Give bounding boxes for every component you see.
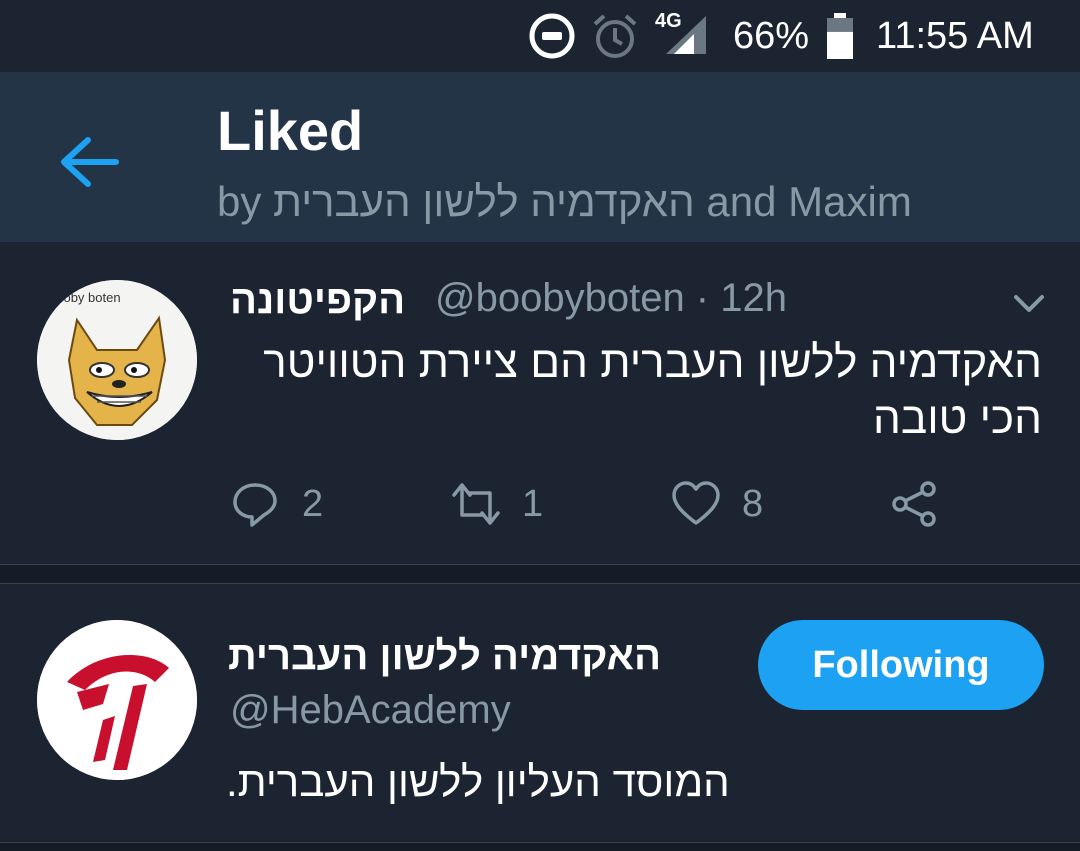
reply-icon: [233, 483, 277, 527]
like-button[interactable]: 8: [670, 476, 763, 532]
user-handle[interactable]: @HebAcademy: [230, 688, 511, 733]
user-display-name[interactable]: האקדמיה ללשון העברית: [228, 634, 661, 679]
bottom-divider: [0, 842, 1080, 851]
alarm-icon: [592, 0, 638, 72]
page-subtitle: by האקדמיה ללשון העברית and Maxim: [217, 178, 912, 225]
tweet-text: האקדמיה ללשון העברית הם ציירת הטוויטר הכ…: [263, 338, 1042, 443]
academy-logo-image: [37, 620, 197, 780]
doge-avatar-image: booby boten: [37, 280, 197, 440]
tweet-handle-time[interactable]: @boobyboten · 12h: [435, 276, 787, 321]
tweet-avatar[interactable]: booby boten: [37, 280, 197, 440]
section-divider: [0, 564, 1080, 584]
status-bar: 4G 66% 11:55 AM: [0, 0, 1080, 72]
tweet-menu-button[interactable]: [1008, 282, 1050, 324]
heart-icon: [672, 481, 720, 525]
arrow-left-icon: [61, 137, 119, 187]
back-button[interactable]: [50, 122, 130, 202]
page-title: Liked: [217, 99, 364, 162]
user-avatar[interactable]: [37, 620, 197, 780]
chevron-down-icon: [1014, 295, 1044, 312]
signal-icon: [666, 0, 710, 72]
clock-text: 11:55 AM: [876, 14, 1034, 57]
retweet-count: 1: [522, 482, 544, 525]
battery-percent: 66%: [733, 0, 809, 72]
like-count: 8: [742, 482, 764, 525]
do-not-disturb-icon: [528, 0, 576, 72]
user-bio: המוסד העליון ללשון העברית.: [226, 758, 730, 805]
reply-count: 2: [302, 482, 324, 525]
retweet-icon: [452, 483, 500, 525]
reply-button[interactable]: 2: [230, 476, 323, 532]
share-icon: [892, 481, 936, 527]
tweet-author-name[interactable]: הקפיטונה: [230, 278, 405, 323]
clock: 11:55 AM: [876, 0, 1034, 72]
retweet-button[interactable]: 1: [448, 476, 543, 532]
battery-percent-text: 66%: [733, 14, 810, 57]
battery-icon: [826, 0, 854, 72]
share-button[interactable]: [890, 476, 940, 532]
following-button[interactable]: Following: [758, 620, 1044, 710]
